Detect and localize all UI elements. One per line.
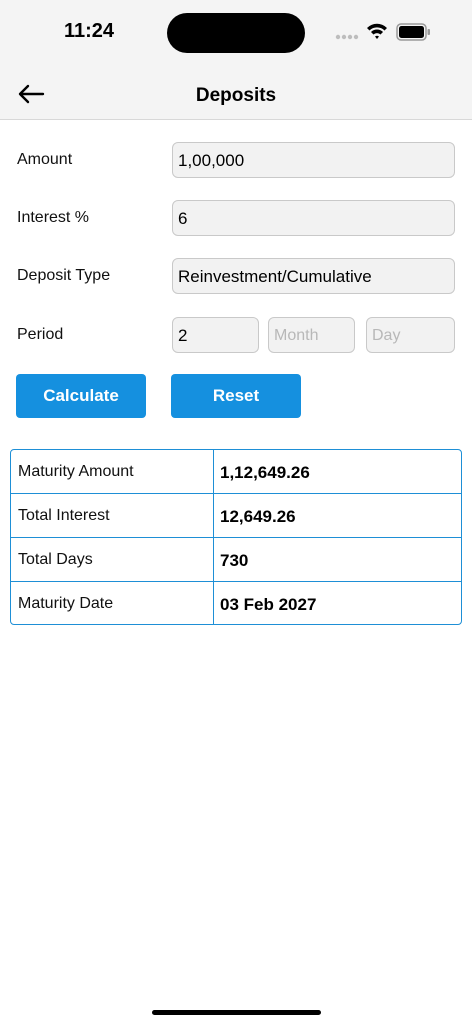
period-years-field[interactable]: 2 bbox=[172, 317, 259, 353]
total-interest-value: 12,649.26 bbox=[220, 507, 296, 526]
table-row: Maturity Date 03 Feb 2027 bbox=[11, 582, 461, 624]
total-days-label: Total Days bbox=[18, 551, 93, 568]
table-row: Total Interest 12,649.26 bbox=[11, 494, 461, 538]
deposit-type-row: Deposit Type Reinvestment/Cumulative bbox=[0, 258, 472, 296]
total-interest-label: Total Interest bbox=[18, 507, 110, 524]
amount-field[interactable]: 1,00,000 bbox=[172, 142, 455, 178]
period-row: Period 2 Month Day bbox=[0, 317, 472, 355]
interest-label: Interest % bbox=[17, 209, 90, 226]
battery-icon bbox=[396, 23, 430, 41]
table-row: Maturity Amount 1,12,649.26 bbox=[11, 450, 461, 494]
results-table: Maturity Amount 1,12,649.26 Total Intere… bbox=[10, 449, 462, 625]
period-day-field[interactable]: Day bbox=[366, 317, 455, 353]
table-row: Total Days 730 bbox=[11, 538, 461, 582]
status-bar: 11:24 bbox=[0, 0, 472, 66]
dynamic-island bbox=[167, 13, 305, 53]
amount-label: Amount bbox=[17, 151, 73, 168]
screen: 11:24 Deposits Amount 1,00,000 Interest … bbox=[0, 0, 472, 1024]
deposit-type-select[interactable]: Reinvestment/Cumulative bbox=[172, 258, 455, 294]
amount-row: Amount 1,00,000 bbox=[0, 142, 472, 180]
total-days-value: 730 bbox=[220, 551, 249, 570]
status-time: 11:24 bbox=[64, 20, 115, 42]
maturity-date-label: Maturity Date bbox=[18, 595, 114, 612]
home-indicator[interactable] bbox=[152, 1010, 321, 1015]
wifi-icon bbox=[367, 23, 387, 39]
maturity-amount-value: 1,12,649.26 bbox=[220, 463, 310, 482]
maturity-date-value: 03 Feb 2027 bbox=[220, 595, 317, 614]
page-title: Deposits bbox=[195, 85, 277, 106]
calculate-button[interactable]: Calculate bbox=[16, 374, 146, 418]
interest-row: Interest % 6 bbox=[0, 200, 472, 238]
period-month-field[interactable]: Month bbox=[268, 317, 355, 353]
signal-icon bbox=[335, 34, 359, 40]
interest-field[interactable]: 6 bbox=[172, 200, 455, 236]
nav-bar: Deposits bbox=[0, 66, 472, 120]
maturity-amount-label: Maturity Amount bbox=[18, 463, 134, 480]
deposit-type-label: Deposit Type bbox=[17, 267, 111, 284]
reset-button[interactable]: Reset bbox=[171, 374, 301, 418]
period-label: Period bbox=[17, 326, 64, 343]
